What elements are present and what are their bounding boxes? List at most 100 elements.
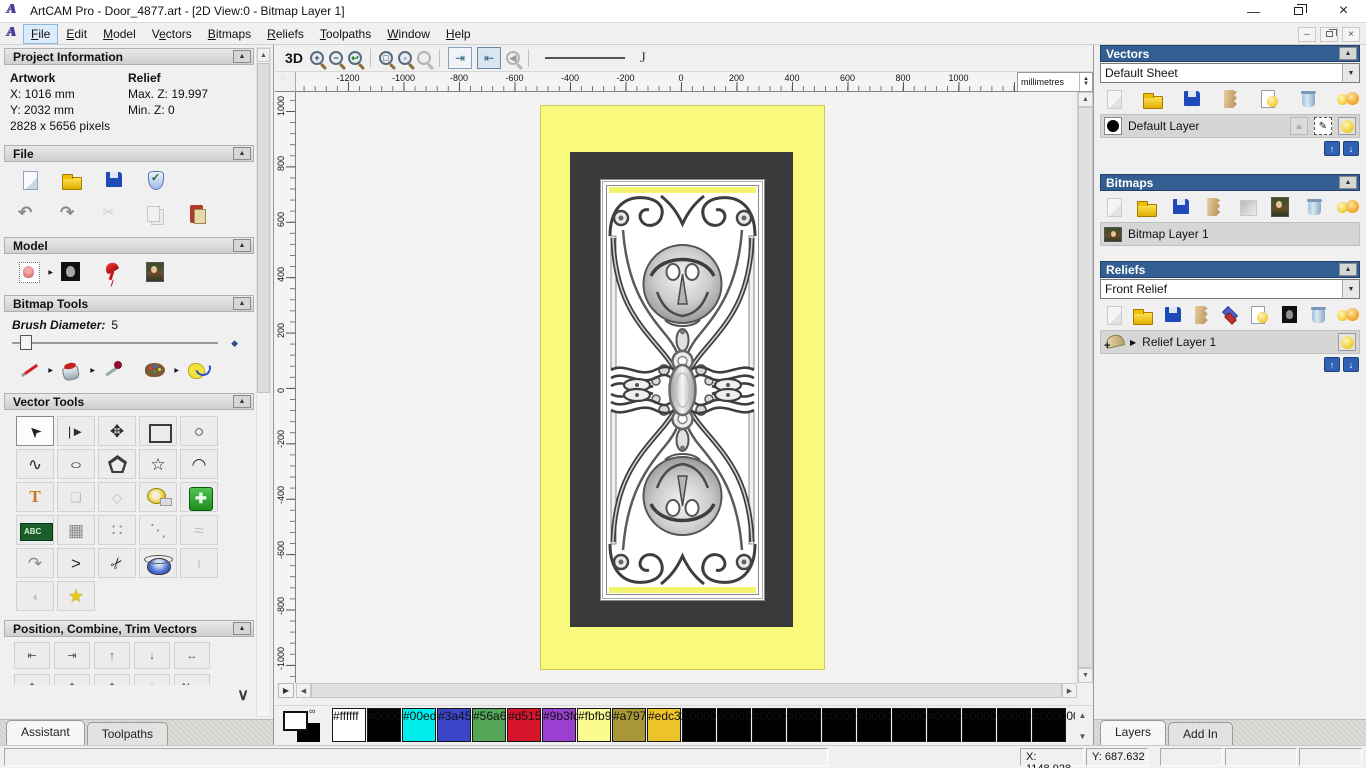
save-bitmap-layer-icon[interactable] xyxy=(1169,196,1191,218)
mirror-vectors-icon[interactable]: ◖ xyxy=(16,581,54,611)
2d-view-canvas[interactable] xyxy=(296,92,1072,683)
relief-dropdown[interactable]: Front Relief ▼ xyxy=(1100,279,1360,299)
fit-arcs-icon[interactable]: ⋱ xyxy=(139,515,177,545)
mdi-close-button[interactable]: × xyxy=(1342,26,1360,42)
mdi-minimize-button[interactable]: – xyxy=(1298,26,1316,42)
scroll-up-icon[interactable]: ▲ xyxy=(1078,92,1093,107)
zoom-fit-icon[interactable]: ▫ xyxy=(398,51,412,65)
lock-icon[interactable]: 🔒︎ xyxy=(1290,117,1308,135)
align-centre-v-icon[interactable]: ↥ xyxy=(14,674,50,685)
menu-window[interactable]: Window xyxy=(380,25,437,43)
menu-file[interactable]: File xyxy=(22,24,59,44)
new-bitmap-layer-icon[interactable] xyxy=(1102,196,1124,218)
open-vector-layer-icon[interactable] xyxy=(1141,88,1163,110)
layer-visibility-icon[interactable] xyxy=(1338,333,1356,351)
palette-swatch[interactable]: #000000 xyxy=(962,708,1010,742)
collapse-icon[interactable]: ▲ xyxy=(233,297,251,310)
trim-vectors-icon[interactable]: ✂ xyxy=(98,548,136,578)
colour-link-icon[interactable]: ▶ xyxy=(186,359,210,381)
palette-scroll-down-icon[interactable]: ▼ xyxy=(1075,729,1090,744)
primary-secondary-colour[interactable]: ∞ xyxy=(283,706,333,744)
chevron-down-icon[interactable]: ▼ xyxy=(1342,64,1359,82)
merge-vector-layers-icon[interactable] xyxy=(1219,88,1241,110)
new-relief-layer-icon[interactable] xyxy=(1102,304,1124,326)
menu-help[interactable]: Help xyxy=(439,25,478,43)
minimize-button[interactable]: — xyxy=(1231,0,1276,23)
block-copy-icon[interactable]: ∷ xyxy=(98,515,136,545)
open-model-icon[interactable]: ▶ xyxy=(60,169,84,191)
menu-vectors[interactable]: Vectors xyxy=(145,25,199,43)
lighting-icon[interactable]: ▶ xyxy=(102,261,126,283)
select-vectors-icon[interactable]: ➤ xyxy=(16,416,54,446)
merge-relief-layers-icon[interactable] xyxy=(1190,304,1212,326)
free-relief-icon[interactable]: ≀ xyxy=(180,548,218,578)
paste-centre-icon[interactable]: ↥ xyxy=(54,674,90,685)
palette-swatch[interactable]: #a79737 xyxy=(612,708,660,742)
invert-model-icon[interactable]: ▶ xyxy=(60,261,84,283)
save-relief-layer-icon[interactable] xyxy=(1161,304,1183,326)
palette-swatch[interactable]: #000000 xyxy=(997,708,1045,742)
colour-picker-icon[interactable]: ▶ xyxy=(102,359,126,381)
collapse-icon[interactable]: ▲ xyxy=(1339,176,1357,189)
palette-swatch[interactable]: #000000 xyxy=(927,708,975,742)
move-layer-down-icon[interactable]: ↓ xyxy=(1343,141,1359,156)
palette-swatch[interactable]: #00eded xyxy=(402,708,450,742)
save-vector-layer-icon[interactable] xyxy=(1180,88,1202,110)
vector-pour-icon[interactable]: ❏ xyxy=(57,482,95,512)
open-relief-layer-icon[interactable] xyxy=(1131,304,1154,326)
zoom-previous-icon[interactable]: ↩ xyxy=(348,51,362,65)
create-polyline-icon[interactable]: ∿ xyxy=(16,449,54,479)
palette-swatch[interactable]: #000000 xyxy=(367,708,415,742)
create-star-icon[interactable]: ☆ xyxy=(139,449,177,479)
zoom-object-icon[interactable]: ◀ xyxy=(506,51,520,65)
collapse-icon[interactable]: ▲ xyxy=(1339,47,1357,60)
palette-swatch[interactable]: #000000 xyxy=(1032,708,1080,742)
vector-layer-row[interactable]: Default Layer 🔒︎ ✎ xyxy=(1100,114,1360,138)
nesting-icon[interactable]: Nes xyxy=(174,674,210,685)
align-left-icon[interactable]: ⇤ xyxy=(14,642,50,669)
palette-swatch[interactable]: #000000 xyxy=(822,708,870,742)
greyscale-model-icon[interactable]: ▶ xyxy=(18,261,53,283)
show-all-relief-layers-icon[interactable] xyxy=(1336,304,1359,326)
texture-icon[interactable]: ▶ xyxy=(144,261,168,283)
palette-swatch[interactable]: #000000 xyxy=(717,708,765,742)
merge-bitmap-layers-icon[interactable] xyxy=(1202,196,1224,218)
palette-scroll-up-icon[interactable]: ▲ xyxy=(1075,708,1090,723)
create-arc-icon[interactable]: ◠ xyxy=(180,449,218,479)
interactive-sculpting-icon[interactable] xyxy=(139,548,177,578)
zoom-out-icon[interactable]: − xyxy=(329,51,343,65)
new-model-icon[interactable]: ▶ xyxy=(18,169,42,191)
restore-button[interactable] xyxy=(1276,0,1321,23)
collapse-icon[interactable]: ▲ xyxy=(233,395,251,408)
vector-doctor-icon[interactable]: ★ xyxy=(57,581,95,611)
fillet-icon[interactable]: ↷ xyxy=(16,548,54,578)
cut-icon[interactable]: ✂▶ xyxy=(102,203,126,225)
create-polygon-icon[interactable] xyxy=(98,449,136,479)
node-editing-icon[interactable]: |► xyxy=(57,416,95,446)
paste-text-icon[interactable] xyxy=(16,515,54,545)
paste-icon[interactable]: ▶ xyxy=(186,203,210,225)
align-bottom-icon[interactable]: ↓ xyxy=(134,642,170,669)
align-centre-icon[interactable]: ↔ xyxy=(174,642,210,669)
palette-swatch[interactable]: #ffffff xyxy=(332,708,366,742)
switch-3d-view-button[interactable]: 3D xyxy=(283,48,305,68)
toggle-relief-layer-icon[interactable] xyxy=(1248,304,1270,326)
canvas-vertical-scrollbar[interactable]: ▲ ▼ xyxy=(1077,92,1093,683)
snap-page-left-button[interactable]: ⇥ xyxy=(448,47,472,69)
create-rectangle-icon[interactable] xyxy=(139,416,177,446)
align-right-icon[interactable]: ⇥ xyxy=(54,642,90,669)
layer-colour-chip[interactable] xyxy=(1104,117,1122,135)
edit-layer-icon[interactable]: ✎ xyxy=(1314,117,1332,135)
simplify-vectors-icon[interactable]: ≈ xyxy=(180,515,218,545)
block-paste-icon[interactable] xyxy=(180,482,218,512)
menu-model[interactable]: Model xyxy=(96,25,143,43)
toggle-vector-layer-icon[interactable] xyxy=(1258,88,1280,110)
stack-reliefs-icon[interactable] xyxy=(1219,304,1241,326)
menu-reliefs[interactable]: Reliefs xyxy=(260,25,311,43)
palette-icon[interactable]: ▶ xyxy=(144,359,179,381)
show-all-vector-layers-icon[interactable] xyxy=(1336,88,1359,110)
scroll-right-icon[interactable]: ▶ xyxy=(1062,683,1077,698)
relief-layer-row[interactable]: ▶ Relief Layer 1 xyxy=(1100,330,1360,354)
create-ellipse-icon[interactable]: ○ xyxy=(57,449,95,479)
create-text-icon[interactable]: T xyxy=(16,482,54,512)
